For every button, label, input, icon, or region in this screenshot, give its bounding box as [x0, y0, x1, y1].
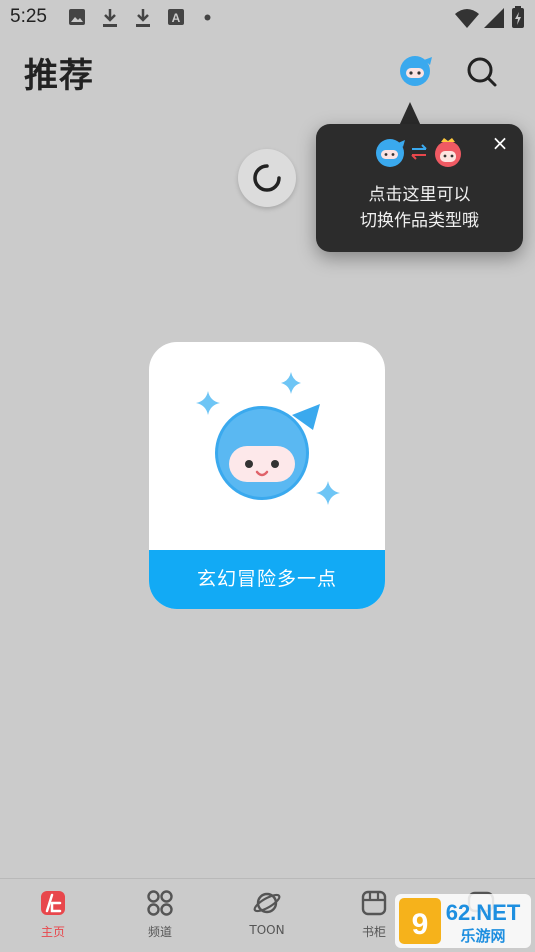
page-title: 推荐	[24, 56, 94, 96]
dot-icon	[204, 14, 211, 21]
search-button[interactable]	[462, 52, 502, 92]
svg-text:乐游网: 乐游网	[460, 927, 505, 945]
ninja-avatar-icon	[376, 139, 405, 167]
tooltip-line-1: 点击这里可以	[368, 185, 471, 205]
sparkle-icon	[316, 481, 340, 505]
nav-channels[interactable]: 频道	[120, 879, 200, 952]
spinner-icon	[253, 164, 281, 192]
search-icon	[467, 57, 497, 87]
download-icon	[101, 8, 119, 28]
nav-label-channels: 频道	[147, 925, 172, 939]
watermark-logo: 9 62.NET 乐游网	[395, 894, 531, 948]
svg-text:A: A	[172, 11, 181, 25]
svg-text:62.NET: 62.NET	[446, 900, 521, 925]
image-icon	[68, 8, 86, 26]
nav-toon[interactable]: TOON	[227, 879, 307, 952]
download-icon	[134, 8, 152, 28]
sparkle-icon	[281, 372, 301, 394]
battery-icon	[512, 6, 524, 28]
loading-spinner	[238, 149, 296, 207]
tooltip-close-button[interactable]: ×	[489, 132, 511, 154]
channels-icon	[147, 890, 173, 916]
tooltip-line-2: 切换作品类型哦	[360, 211, 479, 231]
status-bar: 5:25 A	[0, 0, 535, 34]
bookshelf-icon	[361, 890, 387, 916]
nav-label-home: 主页	[40, 925, 65, 939]
status-time: 5:25	[10, 6, 47, 27]
nav-home[interactable]: 主页	[13, 879, 93, 952]
wifi-icon	[455, 8, 479, 28]
empty-state-card: 玄幻冒险多一点	[149, 342, 385, 609]
a-icon: A	[168, 8, 184, 26]
ninja-avatar-icon	[400, 56, 432, 86]
work-type-toggle-button[interactable]	[398, 52, 434, 88]
signal-icon	[484, 8, 504, 28]
planet-icon	[253, 892, 281, 914]
tooltip-arrow	[399, 102, 421, 126]
ninja-mascot-icon	[215, 404, 320, 500]
tooltip-message: 点击这里可以 切换作品类型哦	[316, 182, 523, 234]
home-icon	[41, 891, 65, 915]
switch-type-tooltip: × 点击这里可以 切换作品类型哦	[316, 124, 523, 252]
svg-text:9: 9	[412, 908, 429, 941]
sparkle-icon	[196, 391, 220, 415]
empty-state-illustration	[149, 342, 385, 550]
princess-avatar-icon	[435, 138, 461, 167]
switch-arrows-icon	[411, 144, 427, 160]
tooltip-illustration	[374, 136, 466, 168]
nav-label-toon: TOON	[249, 923, 285, 937]
empty-state-banner[interactable]: 玄幻冒险多一点	[149, 550, 385, 609]
